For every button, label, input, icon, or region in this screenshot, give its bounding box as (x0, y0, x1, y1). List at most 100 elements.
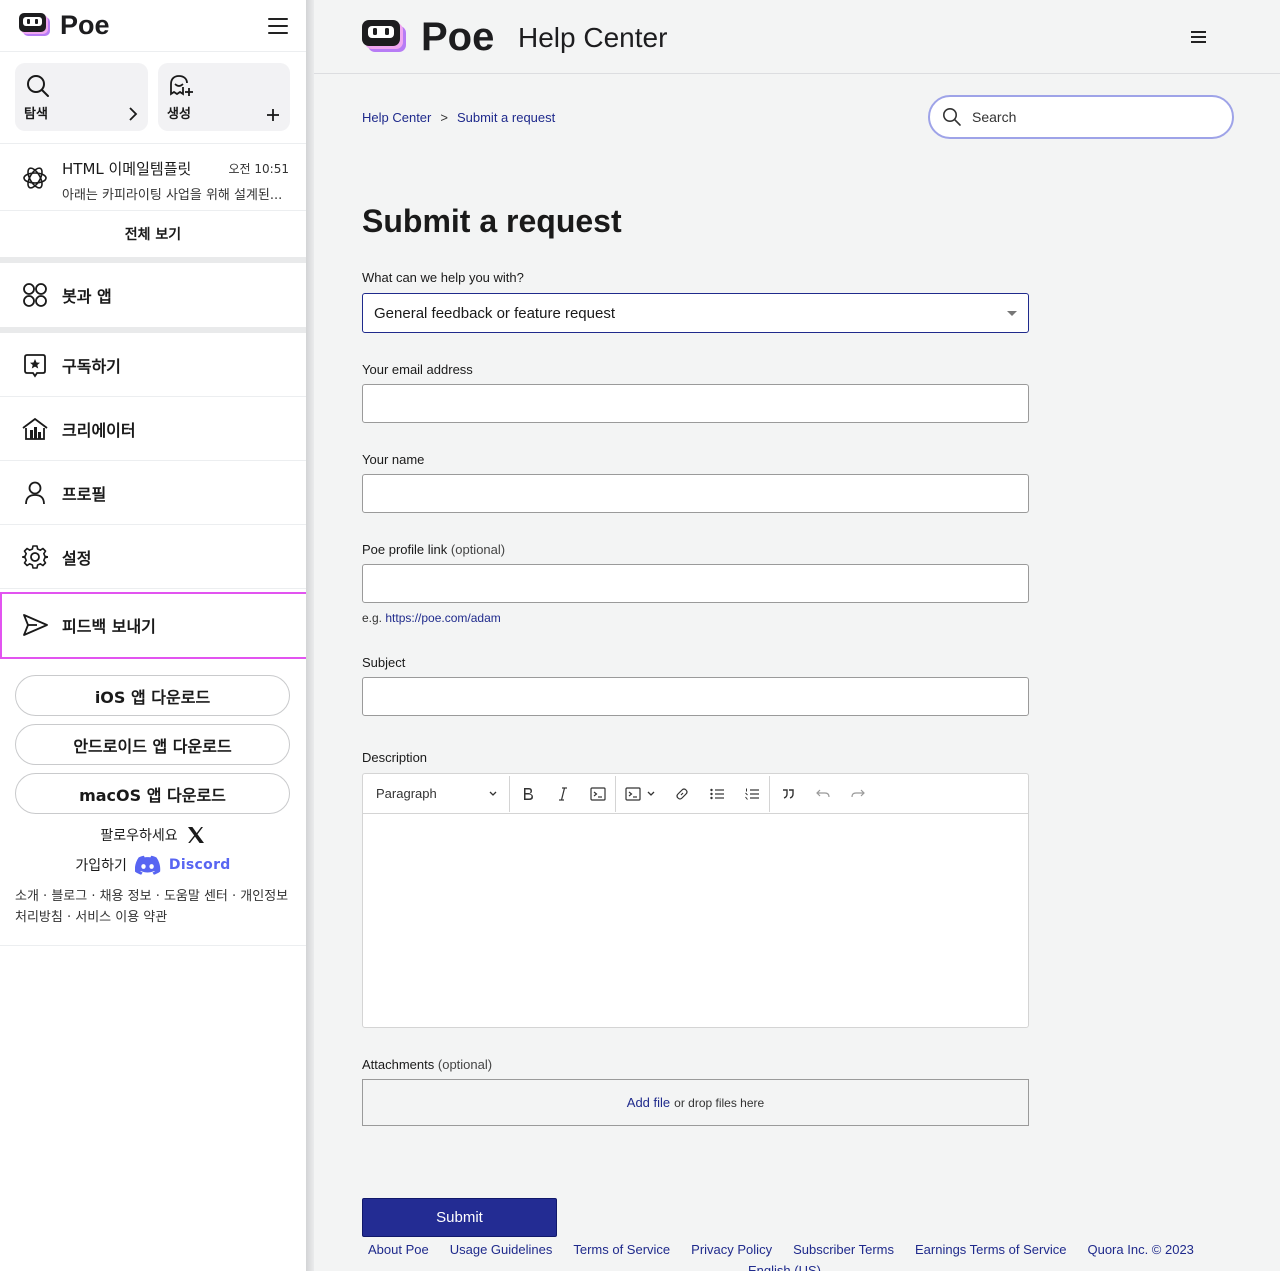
discord-wordmark[interactable]: Discord (169, 857, 231, 873)
logo-text: Poe (60, 10, 110, 40)
view-all-button[interactable]: 전체 보기 (0, 211, 306, 263)
explore-label: 탐색 (24, 107, 48, 122)
sidebar-item-bots[interactable]: 봇과 앱 (0, 263, 306, 333)
link-button[interactable] (664, 786, 699, 802)
sidebar-item-settings[interactable]: 설정 (0, 525, 306, 589)
search-box[interactable] (928, 95, 1234, 139)
code-block-dropdown[interactable] (616, 786, 664, 801)
undo-button[interactable] (805, 789, 840, 799)
hamburger-line (268, 17, 288, 20)
footer-subscriber-link[interactable]: Subscriber Terms (793, 1242, 894, 1257)
footer-terms-link[interactable]: Terms of Service (573, 1242, 670, 1257)
description-textarea[interactable] (363, 814, 1028, 1027)
email-label: Your email address (362, 362, 473, 377)
paragraph-style-dropdown[interactable]: Paragraph (376, 786, 509, 801)
redo-button[interactable] (840, 789, 875, 799)
email-field[interactable] (362, 384, 1029, 423)
join-label: 가입하기 (75, 858, 127, 874)
inline-code-button[interactable] (580, 786, 615, 801)
android-download-button[interactable]: 안드로이드 앱 다운로드 (15, 724, 290, 765)
redo-icon (850, 789, 865, 797)
x-logo-icon[interactable] (186, 825, 206, 845)
sidebar-item-label: 설정 (62, 548, 92, 568)
openai-bot-icon (23, 167, 47, 189)
create-button[interactable]: 생성 (158, 63, 290, 131)
submit-button[interactable]: Submit (362, 1198, 557, 1237)
chat-preview: 아래는 카피라이팅 사업을 위해 설계된... (62, 188, 283, 203)
gear-icon (21, 543, 49, 571)
breadcrumb-separator: > (440, 110, 448, 125)
topic-select[interactable]: General feedback or feature request (362, 293, 1029, 333)
creators-icon (21, 415, 49, 443)
hint-prefix: e.g. (362, 611, 383, 625)
sidebar-item-profile[interactable]: 프로필 (0, 461, 306, 525)
help-menu-button[interactable] (1191, 31, 1206, 43)
sidebar-item-label: 구독하기 (62, 356, 121, 376)
search-icon (943, 108, 961, 126)
bold-button[interactable] (510, 787, 545, 801)
search-icon (27, 75, 49, 97)
footer-earnings-link[interactable]: Earnings Terms of Service (915, 1242, 1067, 1257)
quote-icon (782, 788, 794, 799)
footer-about-link[interactable]: About Poe (368, 1242, 429, 1257)
chevron-down-icon (489, 791, 497, 796)
subscribe-star-icon (21, 351, 49, 379)
profile-link-field[interactable] (362, 564, 1029, 603)
poe-logo[interactable]: Poe (18, 10, 110, 41)
explore-button[interactable]: 탐색 (15, 63, 148, 131)
code-icon (589, 786, 606, 801)
profile-link-label: Poe profile link (362, 542, 448, 557)
name-field[interactable] (362, 474, 1029, 513)
sidebar-item-label: 프로필 (62, 484, 107, 504)
blockquote-button[interactable] (770, 788, 805, 799)
recent-chat-item[interactable]: HTML 이메일템플릿 오전 10:51 아래는 카피라이팅 사업을 위해 설계… (0, 144, 306, 211)
panel-divider (306, 0, 314, 1271)
follow-row[interactable]: 팔로우하세요 (0, 823, 306, 847)
italic-button[interactable] (545, 786, 580, 801)
breadcrumb: Help Center > Submit a request (362, 110, 555, 125)
help-center-title: Help Center (518, 22, 668, 53)
numbered-list-icon (744, 788, 759, 800)
editor-toolbar: Paragraph (363, 774, 1028, 814)
link-icon (675, 787, 688, 800)
sidebar-item-subscribe[interactable]: 구독하기 (0, 333, 306, 397)
macos-download-button[interactable]: macOS 앱 다운로드 (15, 773, 290, 814)
ios-download-button[interactable]: iOS 앱 다운로드 (15, 675, 290, 716)
bullet-list-button[interactable] (699, 788, 734, 800)
discord-row[interactable]: 가입하기 Discord (0, 853, 306, 877)
sidebar-footer-links[interactable]: 소개 · 블로그 · 채용 정보 · 도움말 센터 · 개인정보 처리방침 · … (0, 886, 306, 946)
subject-field[interactable] (362, 677, 1029, 716)
description-editor: Paragraph (362, 773, 1029, 1028)
breadcrumb-home-link[interactable]: Help Center (362, 110, 431, 125)
footer-privacy-link[interactable]: Privacy Policy (691, 1242, 772, 1257)
plus-icon (267, 109, 279, 121)
discord-icon[interactable] (134, 855, 161, 875)
attachment-dropzone[interactable]: Add file or drop files here (362, 1079, 1029, 1126)
sidebar-item-creators[interactable]: 크리에이터 (0, 397, 306, 461)
poe-logo-icon (19, 12, 50, 36)
dropdown-caret-icon (1007, 311, 1017, 316)
sidebar-item-feedback[interactable]: 피드백 보내기 (0, 592, 309, 659)
poe-logo-icon (362, 19, 406, 52)
create-label: 생성 (167, 107, 191, 122)
sidebar-menu-button[interactable] (268, 17, 288, 34)
optional-tag: (optional) (437, 1057, 493, 1072)
footer-usage-link[interactable]: Usage Guidelines (450, 1242, 553, 1257)
page-title: Submit a request (362, 203, 622, 239)
help-center-main: Poe Help Center Help Center > Submit a r… (314, 0, 1280, 1271)
chevron-down-icon (647, 791, 655, 796)
breadcrumb-current-link[interactable]: Submit a request (457, 110, 555, 125)
footer-copyright: Quora Inc. © 2023 (1087, 1242, 1194, 1257)
add-file-link[interactable]: Add file (627, 1095, 670, 1110)
help-poe-logo[interactable]: Poe (361, 15, 494, 60)
sidebar-item-label: 피드백 보내기 (62, 617, 156, 636)
hamburger-line (1191, 31, 1206, 33)
code-block-icon (625, 786, 641, 801)
numbered-list-button[interactable] (734, 788, 769, 800)
profile-icon (21, 479, 49, 507)
undo-icon (815, 789, 830, 797)
search-input[interactable] (972, 109, 1212, 125)
example-profile-link[interactable]: https://poe.com/adam (385, 611, 500, 625)
language-selector[interactable]: English (US) (748, 1263, 821, 1271)
